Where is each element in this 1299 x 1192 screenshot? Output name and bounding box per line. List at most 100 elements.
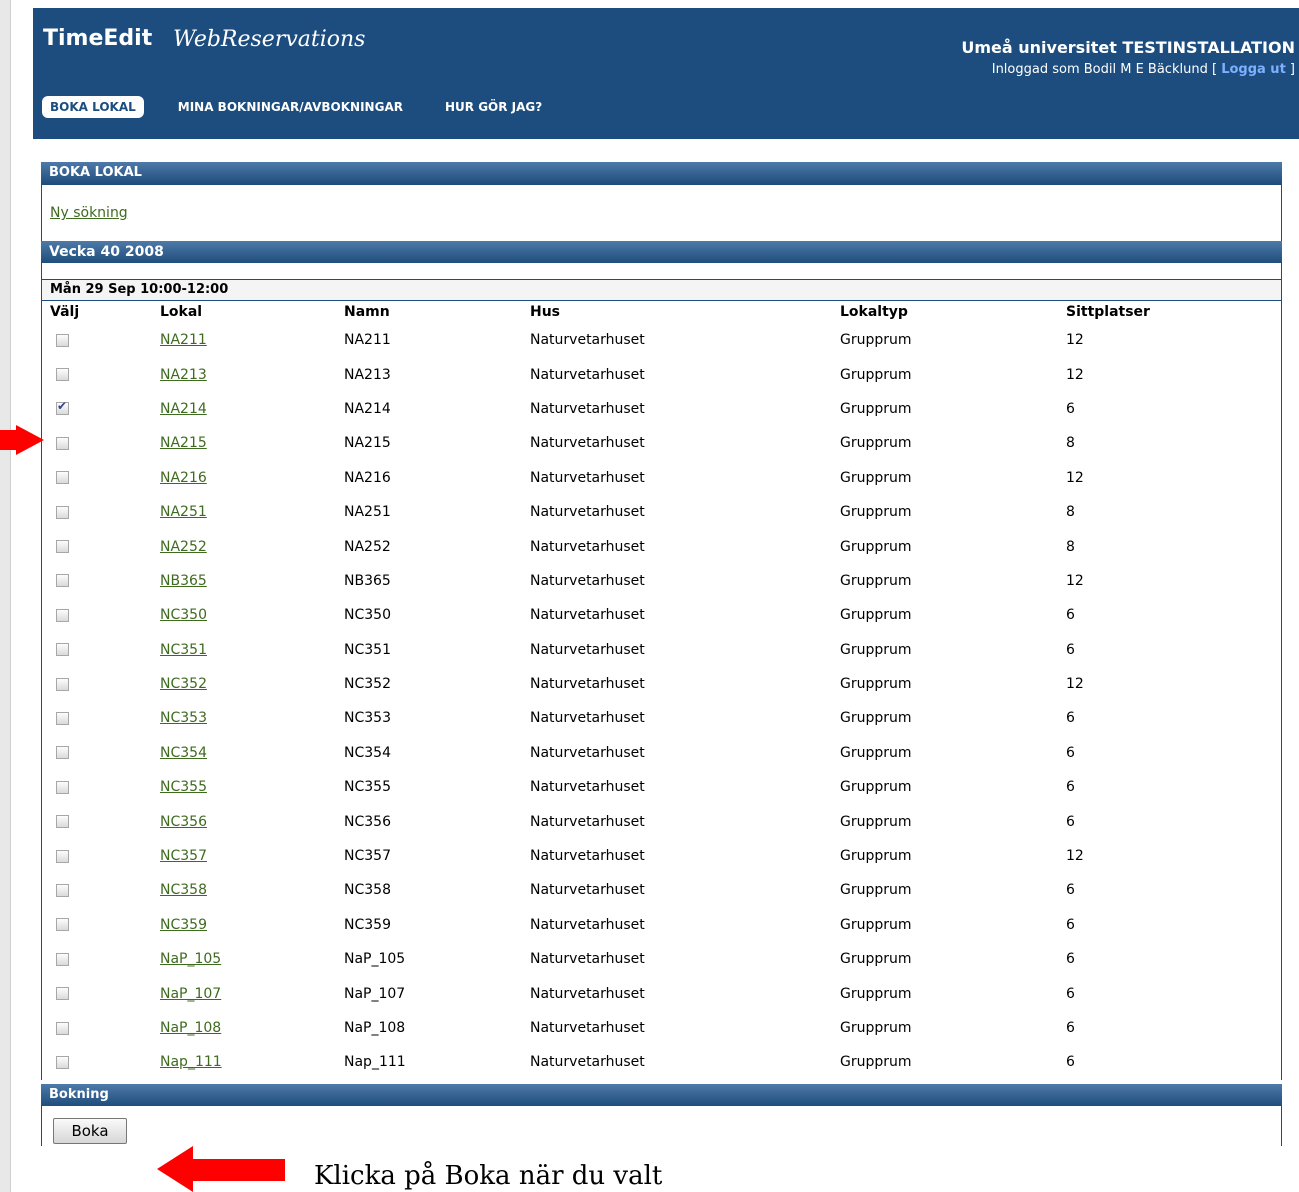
room-link[interactable]: NC352 — [160, 676, 207, 692]
room-type-cell: Grupprum — [840, 710, 912, 727]
room-link[interactable]: NA252 — [160, 539, 207, 555]
room-type-cell: Grupprum — [840, 607, 912, 624]
nav-tab-0[interactable]: BOKA LOKAL — [42, 96, 144, 118]
red-arrow-book-stem — [190, 1159, 285, 1181]
booking-area: Boka — [41, 1105, 1282, 1146]
login-status: Inloggad som Bodil M E Bäcklund [ Logga … — [992, 62, 1295, 77]
select-checkbox[interactable] — [56, 540, 69, 554]
room-link[interactable]: NC353 — [160, 710, 207, 726]
select-cell — [42, 564, 160, 598]
room-link[interactable]: Nap_111 — [160, 1054, 222, 1070]
room-link[interactable]: NA211 — [160, 332, 207, 348]
select-cell — [42, 839, 160, 873]
seats-cell: 8 — [1066, 435, 1075, 452]
room-link[interactable]: NA214 — [160, 401, 207, 417]
room-link[interactable]: NA216 — [160, 470, 207, 486]
seats-cell: 12 — [1066, 469, 1084, 486]
select-checkbox[interactable] — [56, 952, 69, 966]
name-cell: NC353 — [344, 710, 391, 727]
room-link[interactable]: NC356 — [160, 814, 207, 830]
select-checkbox[interactable] — [56, 333, 69, 347]
select-checkbox[interactable] — [56, 505, 69, 519]
main-nav: BOKA LOKAL MINA BOKNINGAR/AVBOKNINGAR HUR … — [42, 94, 576, 120]
book-button[interactable]: Boka — [53, 1117, 127, 1144]
room-type-cell: Grupprum — [840, 882, 912, 899]
select-checkbox[interactable] — [56, 608, 69, 622]
select-checkbox[interactable] — [56, 780, 69, 794]
lokal-cell: NA213 — [160, 357, 344, 391]
room-type-cell: Grupprum — [840, 332, 912, 349]
room-type-cell: Grupprum — [840, 779, 912, 796]
name-cell: NC351 — [344, 641, 391, 658]
select-checkbox[interactable] — [56, 883, 69, 897]
select-checkbox[interactable] — [56, 746, 69, 760]
room-link[interactable]: NC358 — [160, 882, 207, 898]
name-cell: NA216 — [344, 469, 391, 486]
room-link[interactable]: NC355 — [160, 779, 207, 795]
select-checkbox[interactable] — [56, 987, 69, 1001]
room-link[interactable]: NA251 — [160, 504, 207, 520]
room-link[interactable]: NaP_105 — [160, 951, 221, 967]
seats-cell: 6 — [1066, 951, 1075, 968]
building-cell: Naturvetarhuset — [530, 916, 645, 933]
lokal-cell: NA214 — [160, 392, 344, 426]
lokal-cell: NA252 — [160, 529, 344, 563]
select-cell — [42, 804, 160, 838]
seats-cell: 6 — [1066, 607, 1075, 624]
new-search-link[interactable]: Ny sökning — [50, 205, 128, 221]
table-row: NC350 NC350 Naturvetarhuset Grupprum 6 — [42, 598, 1281, 632]
week-bar: Vecka 40 2008 — [41, 241, 1282, 263]
room-link[interactable]: NaP_108 — [160, 1020, 221, 1036]
red-arrow-book-icon — [157, 1146, 193, 1192]
select-checkbox[interactable] — [56, 574, 69, 588]
room-type-cell: Grupprum — [840, 400, 912, 417]
select-checkbox[interactable] — [56, 677, 69, 691]
select-checkbox[interactable] — [56, 1055, 69, 1069]
select-cell — [42, 942, 160, 976]
room-type-cell: Grupprum — [840, 676, 912, 693]
room-link[interactable]: NC357 — [160, 848, 207, 864]
room-link[interactable]: NA215 — [160, 435, 207, 451]
table-row: NA211 NA211 Naturvetarhuset Grupprum 12 — [42, 323, 1281, 357]
select-checkbox[interactable] — [56, 918, 69, 932]
table-row: NC357 NC357 Naturvetarhuset Grupprum 12 — [42, 839, 1281, 873]
table-header-row: Välj Lokal Namn Hus Lokaltyp Sittplatser — [42, 301, 1281, 323]
lokal-cell: NC354 — [160, 736, 344, 770]
name-cell: NaP_105 — [344, 951, 406, 968]
col-header-lokal: Lokal — [160, 304, 203, 320]
nav-tab-1[interactable]: MINA BOKNINGAR/AVBOKNINGAR — [170, 96, 411, 118]
room-link[interactable]: NC359 — [160, 917, 207, 933]
logout-link[interactable]: Logga ut — [1221, 62, 1286, 77]
building-cell: Naturvetarhuset — [530, 951, 645, 968]
select-checkbox[interactable] — [56, 1021, 69, 1035]
room-link[interactable]: NC354 — [160, 745, 207, 761]
table-row: NA214 NA214 Naturvetarhuset Grupprum 6 — [42, 392, 1281, 426]
room-link[interactable]: NaP_107 — [160, 986, 221, 1002]
col-header-sittplatser: Sittplatser — [1066, 304, 1150, 320]
col-header-valj: Välj — [50, 304, 80, 320]
select-checkbox[interactable] — [56, 643, 69, 657]
select-cell — [42, 736, 160, 770]
select-checkbox[interactable] — [56, 399, 69, 416]
room-link[interactable]: NB365 — [160, 573, 207, 589]
select-checkbox[interactable] — [56, 711, 69, 725]
room-link[interactable]: NC351 — [160, 642, 207, 658]
select-checkbox[interactable] — [56, 368, 69, 382]
select-checkbox[interactable] — [56, 436, 69, 450]
room-link[interactable]: NC350 — [160, 607, 207, 623]
select-cell — [42, 357, 160, 391]
select-checkbox[interactable] — [56, 471, 69, 485]
seats-cell: 8 — [1066, 538, 1075, 555]
building-cell: Naturvetarhuset — [530, 848, 645, 865]
lokal-cell: NA216 — [160, 461, 344, 495]
col-header-hus: Hus — [530, 304, 561, 320]
lokal-cell: NC358 — [160, 873, 344, 907]
select-checkbox[interactable] — [56, 815, 69, 829]
table-row: Nap_111 Nap_111 Naturvetarhuset Grupprum 6 — [42, 1045, 1281, 1079]
building-cell: Naturvetarhuset — [530, 332, 645, 349]
room-link[interactable]: NA213 — [160, 367, 207, 383]
select-checkbox[interactable] — [56, 849, 69, 863]
nav-tab-2[interactable]: HUR GÖR JAG? — [437, 96, 550, 118]
table-row: NA216 NA216 Naturvetarhuset Grupprum 12 — [42, 461, 1281, 495]
name-cell: NC350 — [344, 607, 391, 624]
